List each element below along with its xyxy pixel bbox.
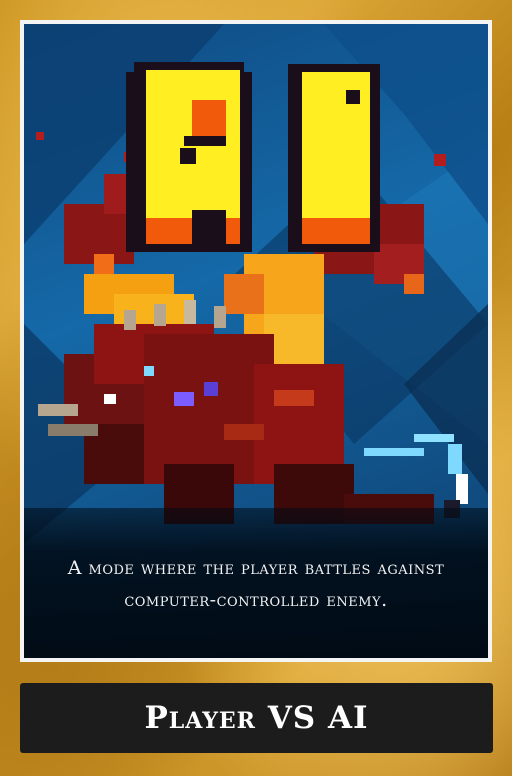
ai-logo bbox=[126, 62, 380, 252]
mode-description: A mode where the player battles against … bbox=[67, 557, 445, 611]
mode-title: Player VS AI bbox=[144, 700, 369, 736]
title-bar[interactable]: Player VS AI bbox=[20, 683, 493, 753]
card-artwork: A mode where the player battles against … bbox=[24, 24, 488, 658]
art-frame: A mode where the player battles against … bbox=[20, 20, 492, 662]
mode-card[interactable]: A mode where the player battles against … bbox=[0, 0, 512, 776]
